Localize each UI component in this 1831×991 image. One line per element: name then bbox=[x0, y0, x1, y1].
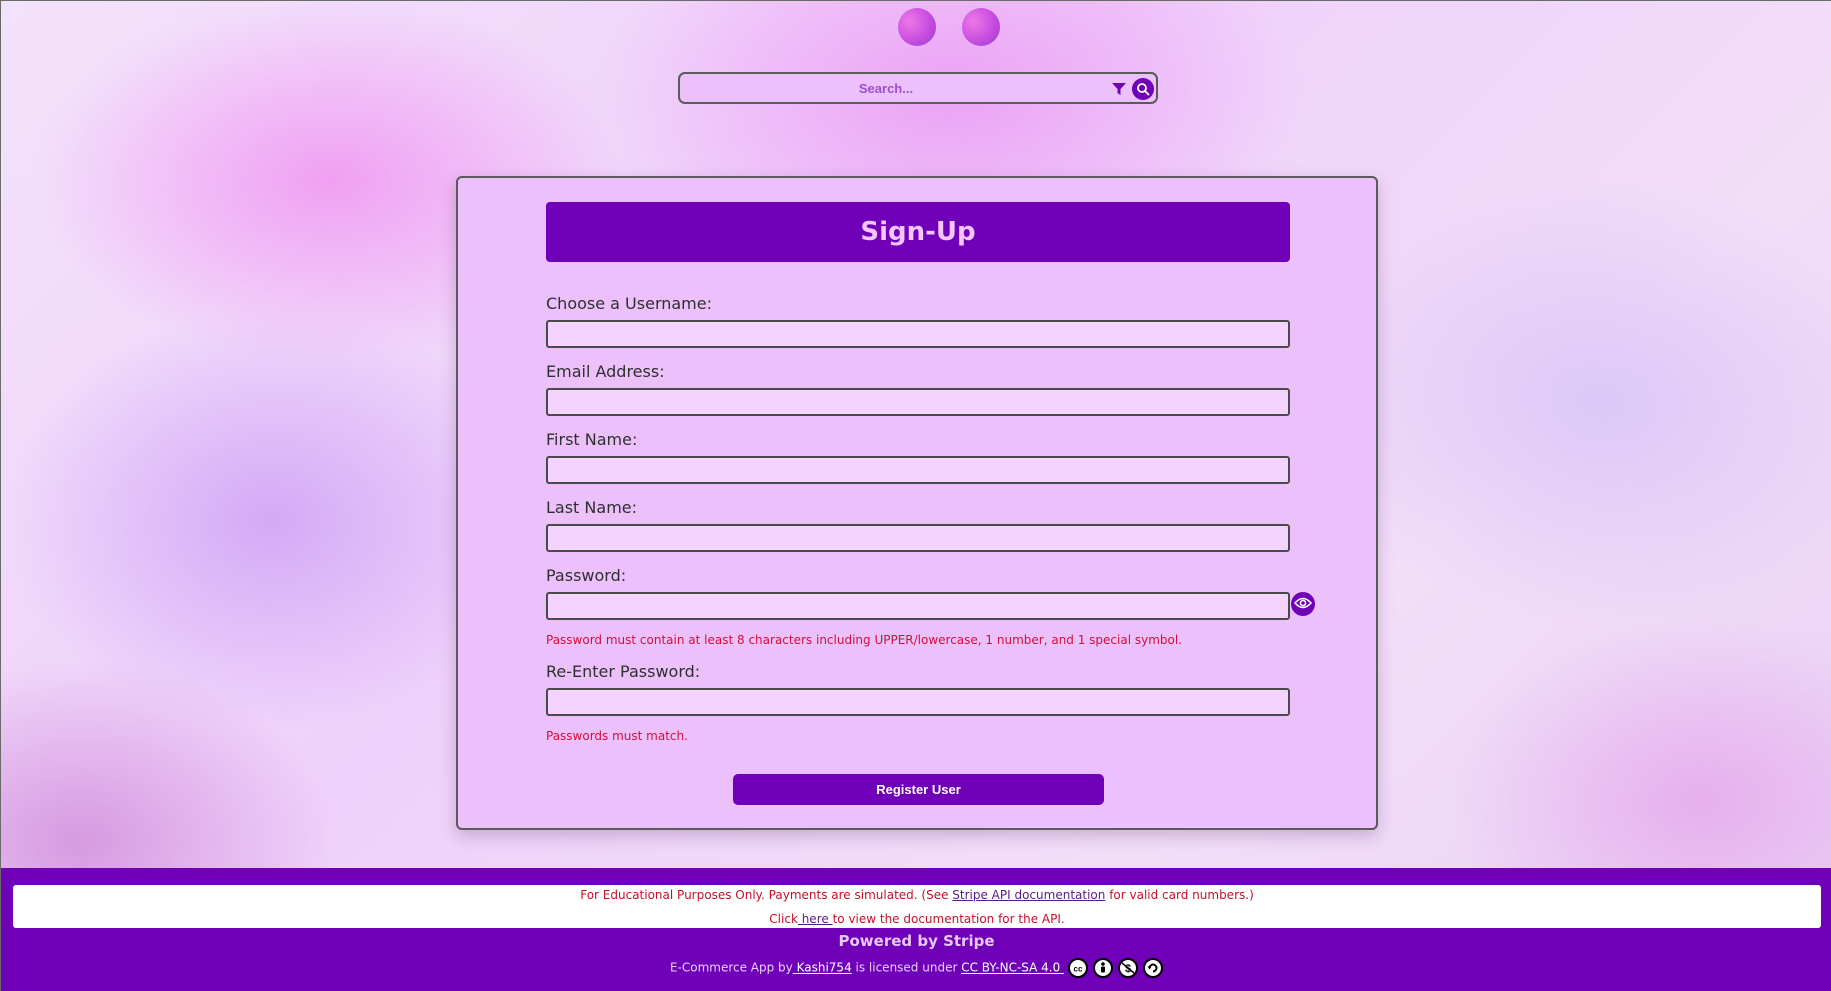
password-requirements-hint: Password must contain at least 8 charact… bbox=[546, 633, 1183, 647]
search-input[interactable] bbox=[686, 77, 1086, 99]
show-password-button[interactable] bbox=[1291, 592, 1315, 616]
decorative-orb-right bbox=[962, 8, 1000, 46]
educational-notice: For Educational Purposes Only. Payments … bbox=[13, 885, 1821, 928]
search-bar bbox=[678, 72, 1158, 104]
sa-icon bbox=[1143, 958, 1164, 978]
powered-by-stripe: Powered by Stripe bbox=[838, 932, 995, 950]
search-button[interactable] bbox=[1132, 78, 1154, 100]
filter-icon[interactable] bbox=[1112, 81, 1128, 95]
password-match-hint: Passwords must match. bbox=[546, 729, 688, 743]
form-title: Sign-Up bbox=[546, 202, 1290, 262]
username-label: Choose a Username: bbox=[546, 294, 712, 313]
last-name-field[interactable] bbox=[546, 524, 1290, 552]
api-documentation-link[interactable]: here bbox=[798, 912, 833, 926]
svg-text:cc: cc bbox=[1074, 965, 1083, 974]
nc-icon: $ bbox=[1118, 958, 1139, 978]
license-mid: is licensed under bbox=[851, 960, 962, 975]
email-field[interactable] bbox=[546, 388, 1290, 416]
notice-prefix: For Educational Purposes Only. Payments … bbox=[580, 888, 953, 902]
by-icon bbox=[1093, 958, 1114, 978]
password-field[interactable] bbox=[546, 592, 1290, 620]
license-link[interactable]: CC BY-NC-SA 4.0 bbox=[961, 961, 1064, 975]
click-suffix: to view the documentation for the API. bbox=[832, 912, 1065, 926]
license-prefix: E-Commerce App by bbox=[669, 960, 793, 975]
click-prefix: Click bbox=[769, 912, 798, 926]
first-name-field[interactable] bbox=[546, 456, 1290, 484]
signup-form: Sign-Up Choose a Username: Email Address… bbox=[456, 176, 1378, 830]
reenter-password-label: Re-Enter Password: bbox=[546, 662, 701, 681]
username-field[interactable] bbox=[546, 320, 1290, 348]
author-link[interactable]: Kashi754 bbox=[793, 961, 852, 975]
cc-icon: cc bbox=[1068, 958, 1089, 978]
stripe-api-doc-link[interactable]: Stripe API documentation bbox=[952, 888, 1105, 902]
password-label: Password: bbox=[546, 566, 627, 585]
last-name-label: Last Name: bbox=[546, 498, 638, 517]
footer: For Educational Purposes Only. Payments … bbox=[1, 868, 1831, 991]
email-label: Email Address: bbox=[546, 362, 665, 381]
reenter-password-field[interactable] bbox=[546, 688, 1290, 716]
first-name-label: First Name: bbox=[546, 430, 638, 449]
search-icon bbox=[1137, 83, 1150, 96]
license-icons: cc $ bbox=[1068, 958, 1164, 978]
notice-suffix: for valid card numbers.) bbox=[1105, 888, 1254, 902]
decorative-orb-left bbox=[898, 8, 936, 46]
eye-icon bbox=[1294, 597, 1312, 609]
license-line: E-Commerce App by Kashi754 is licensed u… bbox=[1, 958, 1831, 978]
register-user-button[interactable]: Register User bbox=[733, 774, 1104, 805]
